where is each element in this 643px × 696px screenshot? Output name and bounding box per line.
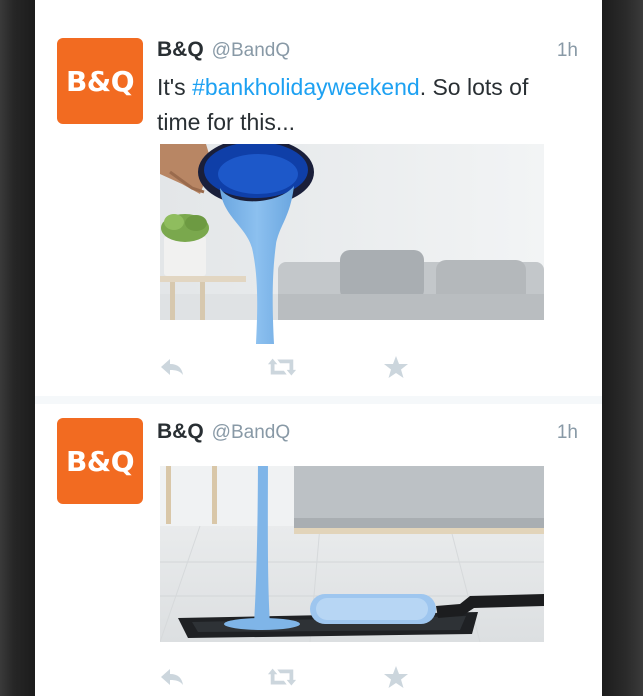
display-name[interactable]: B&Q xyxy=(157,38,204,62)
retweet-icon xyxy=(267,668,297,686)
tweet-media-image[interactable] xyxy=(159,446,544,643)
tweet[interactable]: B&Q B&Q @BandQ 1h It's #bankholidayweeke… xyxy=(35,0,602,396)
tweet[interactable]: B&Q B&Q @BandQ 1h xyxy=(35,404,602,696)
timeline[interactable]: B&Q B&Q @BandQ 1h It's #bankholidayweeke… xyxy=(35,0,602,696)
favorite-button[interactable] xyxy=(381,352,411,382)
tweet-media-image[interactable] xyxy=(160,138,544,344)
reply-button[interactable] xyxy=(157,352,187,382)
device-bezel-right xyxy=(602,0,643,696)
star-icon xyxy=(384,666,408,688)
tweet-text: It's #bankholidayweekend. So lots of tim… xyxy=(157,70,577,140)
device-bezel-left xyxy=(0,0,35,696)
tweet-header: B&Q @BandQ 1h xyxy=(157,420,578,444)
user-handle[interactable]: @BandQ xyxy=(212,40,290,62)
avatar[interactable]: B&Q xyxy=(57,38,143,124)
user-handle[interactable]: @BandQ xyxy=(212,422,290,444)
avatar-logo-text: B&Q xyxy=(65,64,135,98)
tweet-actions xyxy=(157,352,408,382)
retweet-icon xyxy=(267,358,297,376)
avatar-logo-text: B&Q xyxy=(65,444,135,478)
hashtag-link[interactable]: #bankholidayweekend xyxy=(192,74,420,100)
tweet-text-start: It's xyxy=(157,74,193,100)
retweet-button[interactable] xyxy=(267,352,297,382)
tweet-header: B&Q @BandQ 1h xyxy=(157,38,578,62)
reply-icon xyxy=(161,359,183,375)
reply-button[interactable] xyxy=(157,662,187,692)
timestamp[interactable]: 1h xyxy=(557,422,578,444)
display-name[interactable]: B&Q xyxy=(157,420,204,444)
favorite-button[interactable] xyxy=(381,662,411,692)
paint-pour-living-room-image xyxy=(160,138,544,344)
tweet-actions xyxy=(157,662,408,692)
paint-tray-roller-image xyxy=(159,446,544,643)
retweet-button[interactable] xyxy=(267,662,297,692)
reply-icon xyxy=(161,669,183,685)
star-icon xyxy=(384,356,408,378)
timestamp[interactable]: 1h xyxy=(557,40,578,62)
avatar[interactable]: B&Q xyxy=(57,418,143,504)
